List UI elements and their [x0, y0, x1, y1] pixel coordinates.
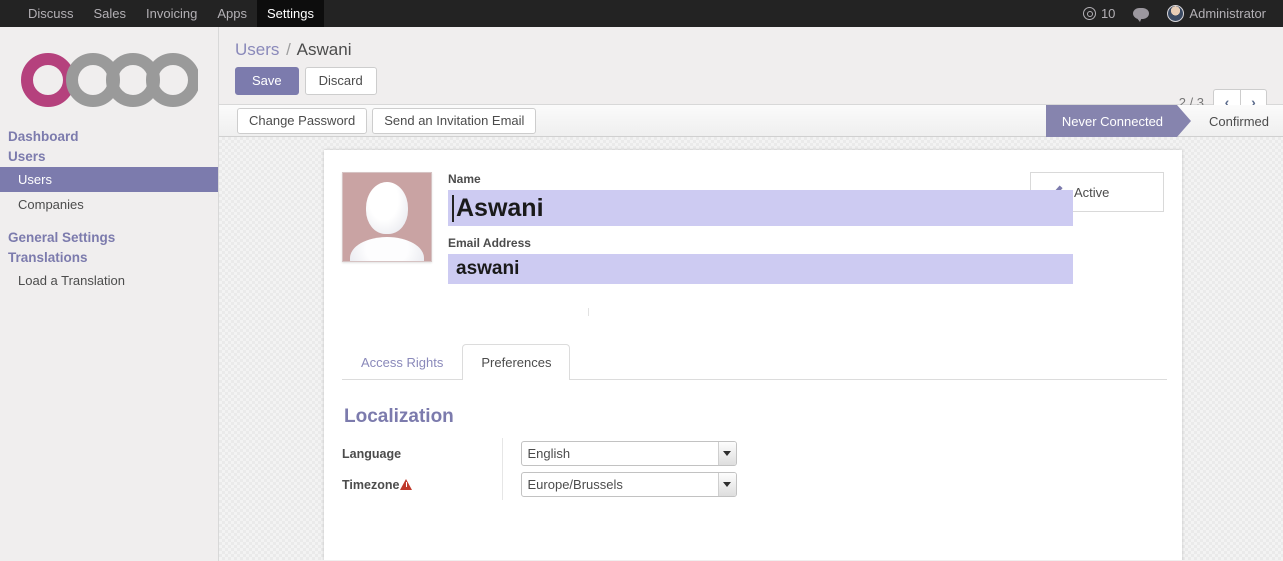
timezone-label: Timezone	[342, 477, 400, 492]
topmenu-item-discuss[interactable]: Discuss	[18, 0, 84, 27]
sidebar: Dashboard Users Users Companies General …	[0, 27, 219, 561]
form-sheet: Active Name Email Addre	[324, 150, 1182, 560]
form-tabs: Access Rights Preferences	[342, 340, 1167, 380]
topmenu-item-sales[interactable]: Sales	[84, 0, 137, 27]
timezone-select-wrapper: Europe/Brussels	[520, 472, 737, 497]
mentions-button[interactable]: 10	[1074, 0, 1124, 27]
form-background: Active Name Email Addre	[219, 137, 1283, 560]
send-invitation-email-button[interactable]: Send an Invitation Email	[372, 107, 537, 134]
top-navigation-bar: Discuss Sales Invoicing Apps Settings 10…	[0, 0, 1283, 27]
messages-button[interactable]	[1124, 0, 1158, 27]
avatar[interactable]	[342, 172, 432, 262]
status-step-confirmed[interactable]: Confirmed	[1191, 105, 1283, 137]
tab-access-rights[interactable]: Access Rights	[342, 344, 462, 380]
field-separator-tick	[588, 308, 589, 316]
user-avatar-icon	[1167, 5, 1185, 22]
change-password-button[interactable]: Change Password	[237, 107, 368, 134]
save-button[interactable]: Save	[235, 67, 299, 95]
sidebar-item-companies[interactable]: Companies	[0, 192, 218, 217]
language-field-cell: English	[501, 438, 737, 469]
timezone-select[interactable]: Europe/Brussels	[520, 472, 737, 497]
user-name-label: Administrator	[1189, 6, 1266, 21]
name-input-wrapper	[448, 190, 1164, 226]
status-bar: Never Connected Confirmed	[1045, 105, 1283, 137]
warning-triangle-icon[interactable]	[400, 478, 413, 490]
breadcrumb-current: Aswani	[296, 40, 352, 59]
sidebar-item-load-a-translation[interactable]: Load a Translation	[0, 268, 218, 293]
identity-section: Name Email Address	[342, 172, 1164, 294]
timezone-field-cell: Europe/Brussels	[501, 469, 737, 500]
language-row: Language English	[342, 438, 737, 469]
email-field-block: Email Address	[448, 236, 1164, 284]
at-icon	[1082, 7, 1096, 20]
top-menu: Discuss Sales Invoicing Apps Settings	[18, 0, 324, 27]
control-panel: Users / Aswani Save Discard 2 / 3 ‹ ›	[219, 27, 1283, 115]
text-caret	[452, 195, 454, 222]
odoo-logo[interactable]	[20, 49, 198, 111]
language-select[interactable]: English	[520, 441, 737, 466]
localization-section-title: Localization	[344, 406, 454, 427]
user-menu[interactable]: Administrator	[1158, 0, 1275, 27]
breadcrumb-root[interactable]: Users	[235, 40, 279, 59]
topmenu-item-settings[interactable]: Settings	[257, 0, 324, 27]
timezone-row: Timezone Europe/Brussels	[342, 469, 737, 500]
localization-form-table: Language English Timezone Europe/Brussel…	[342, 438, 737, 500]
avatar-head-shape	[366, 182, 408, 234]
email-input[interactable]	[448, 254, 1073, 284]
sidebar-item-users[interactable]: Users	[0, 167, 218, 192]
topmenu-item-invoicing[interactable]: Invoicing	[136, 0, 207, 27]
sidebar-group-translations[interactable]: Translations	[0, 248, 218, 268]
breadcrumb: Users / Aswani	[235, 39, 1267, 61]
avatar-body-shape	[350, 237, 424, 261]
sidebar-group-general-settings[interactable]: General Settings	[0, 228, 218, 248]
sidebar-group-dashboard[interactable]: Dashboard	[0, 127, 218, 147]
main-content: Users / Aswani Save Discard 2 / 3 ‹ › Ch…	[219, 27, 1283, 561]
tab-preferences[interactable]: Preferences	[462, 344, 571, 380]
name-input[interactable]	[448, 190, 1073, 226]
form-action-buttons: Save Discard	[235, 67, 1267, 95]
form-header-bar: Change Password Send an Invitation Email…	[219, 105, 1283, 137]
language-label: Language	[342, 446, 402, 461]
sidebar-group-users[interactable]: Users	[0, 147, 218, 167]
chat-bubble-icon	[1133, 8, 1150, 22]
timezone-label-cell: Timezone	[342, 469, 502, 500]
topmenu-item-apps[interactable]: Apps	[207, 0, 257, 27]
language-select-wrapper: English	[520, 441, 737, 466]
email-label: Email Address	[448, 236, 531, 250]
mentions-count: 10	[1100, 6, 1116, 21]
status-step-never-connected[interactable]: Never Connected	[1045, 105, 1192, 137]
top-right-tools: 10 Administrator	[1074, 0, 1283, 27]
breadcrumb-separator: /	[286, 40, 291, 59]
identity-fields: Name Email Address	[448, 172, 1164, 294]
discard-button[interactable]: Discard	[304, 67, 377, 95]
